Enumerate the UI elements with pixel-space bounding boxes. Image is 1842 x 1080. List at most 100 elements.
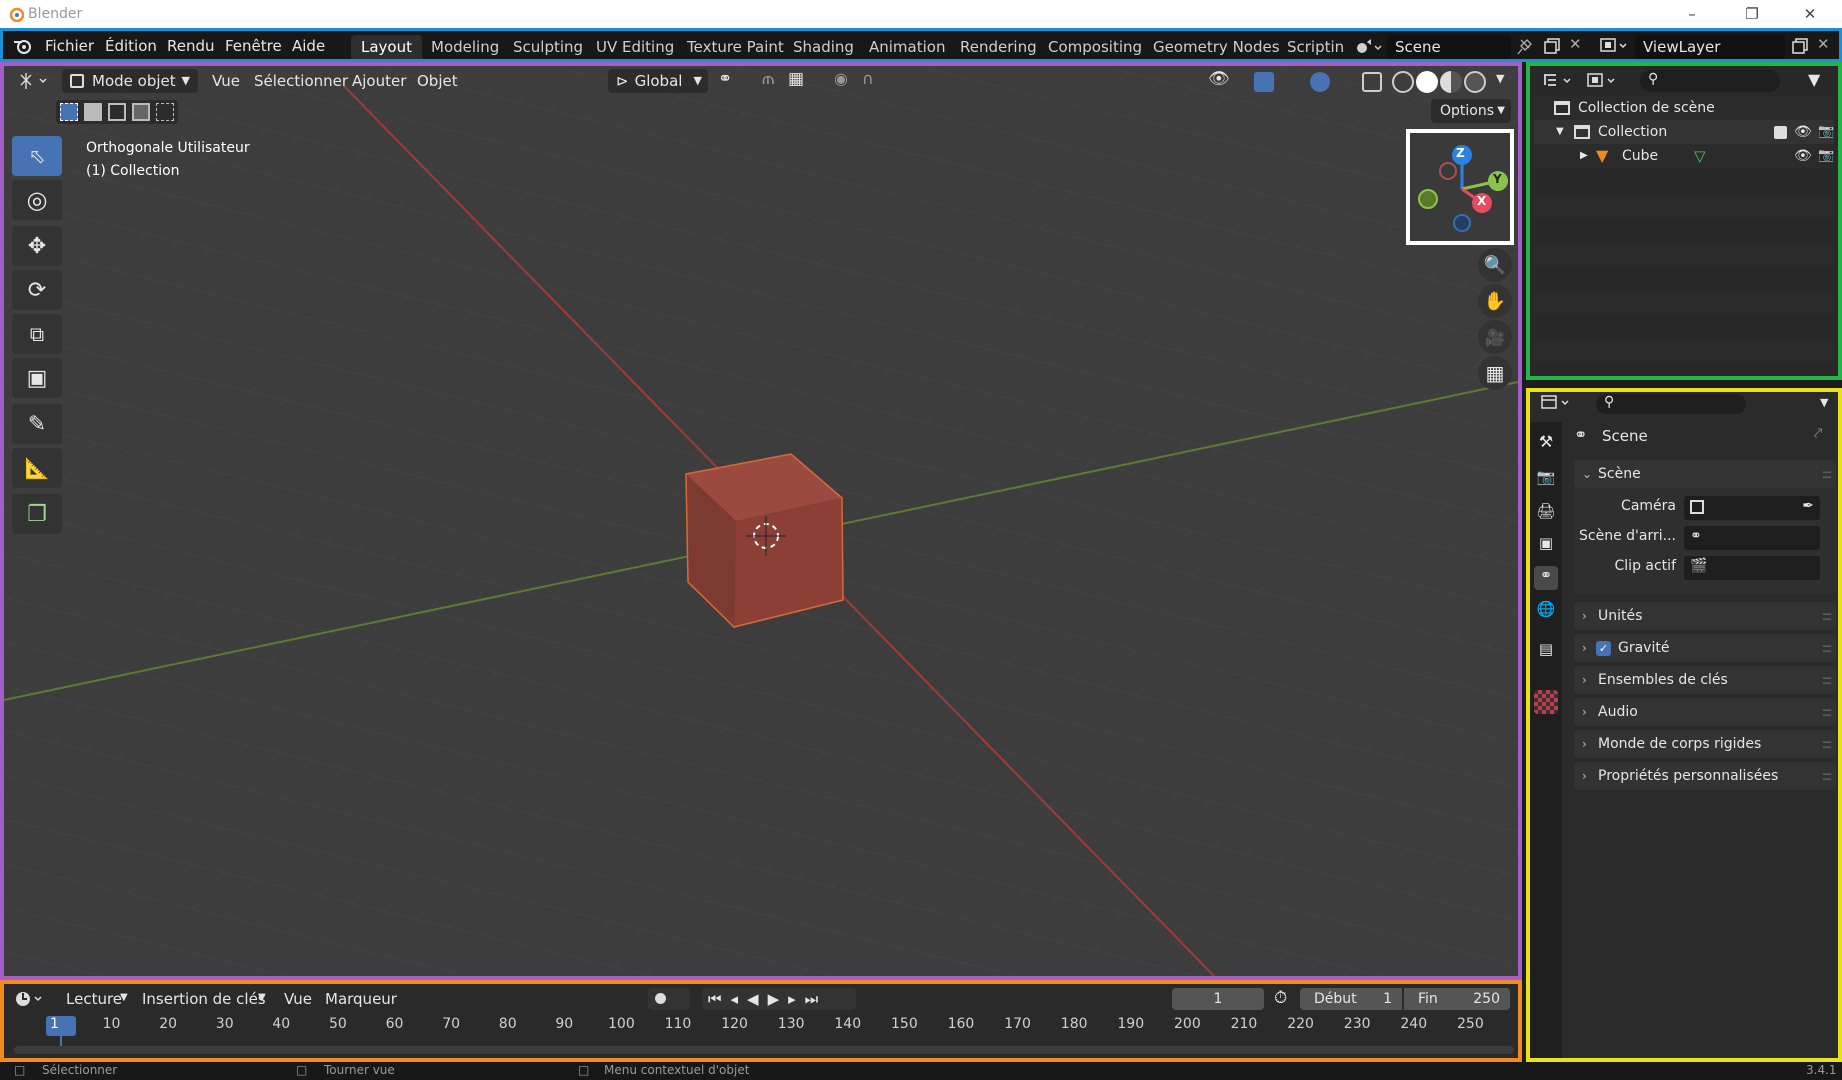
timeline-menu-view[interactable]: Vue <box>284 990 312 1008</box>
tab-geometry-nodes[interactable]: Geometry Nodes <box>1143 35 1290 59</box>
menu-window[interactable]: Fenêtre <box>225 37 282 55</box>
panel-gravity[interactable]: › ✓ Gravité:::: <box>1574 634 1836 662</box>
jump-end-icon[interactable]: ⏭ <box>805 990 828 1008</box>
panel-keying-sets[interactable]: › Ensembles de clés:::: <box>1574 666 1836 694</box>
select-extend-icon[interactable] <box>84 103 102 121</box>
menu-object[interactable]: Objet <box>417 72 458 90</box>
xray-toggle-icon[interactable] <box>1362 72 1382 92</box>
tool-move[interactable]: ✥ <box>12 226 62 266</box>
panel-audio[interactable]: › Audio:::: <box>1574 698 1836 726</box>
tab-uv-editing[interactable]: UV Editing <box>586 35 684 59</box>
menu-add[interactable]: Ajouter <box>352 72 406 90</box>
play-icon[interactable]: ▶ <box>768 990 789 1008</box>
drag-grip-icon[interactable]: :::: <box>1822 698 1832 726</box>
wireframe-shading-icon[interactable] <box>1392 71 1414 93</box>
end-frame-field[interactable]: Fin 250 <box>1404 988 1510 1010</box>
auto-keying-button[interactable] <box>648 988 690 1010</box>
mesh-data-icon[interactable]: ▽ <box>1694 144 1706 168</box>
active-clip-field[interactable]: 🎬 <box>1684 556 1820 580</box>
snap-icon[interactable]: ⫙ <box>762 69 774 89</box>
shading-options-icon[interactable]: ▼ <box>1496 72 1504 85</box>
timeline-menu-playback[interactable]: Lecture <box>66 990 122 1008</box>
tab-modeling[interactable]: Modeling <box>421 35 509 59</box>
camera-view-button[interactable]: 🎥 <box>1478 320 1512 354</box>
play-reverse-icon[interactable]: ◀ <box>747 990 768 1008</box>
timeline-menu-keying[interactable]: Insertion de clés <box>142 990 266 1008</box>
tab-compositing[interactable]: Compositing <box>1038 35 1152 59</box>
tab-scripting[interactable]: Scripting <box>1277 35 1343 59</box>
pin-icon[interactable] <box>1517 38 1533 56</box>
tool-measure[interactable]: 📐 <box>12 448 62 488</box>
maximize-button[interactable]: ❐ <box>1730 2 1774 26</box>
pan-button[interactable]: ✋ <box>1478 284 1512 318</box>
menu-help[interactable]: Aide <box>292 37 325 55</box>
new-scene-icon[interactable] <box>1543 37 1561 55</box>
exclude-checkbox[interactable] <box>1774 126 1787 139</box>
panel-scene-header[interactable]: ⌄ Scène:::: <box>1574 460 1836 488</box>
eye-icon[interactable]: 👁 <box>1794 144 1812 168</box>
world-tab-icon[interactable]: 🌐 <box>1534 600 1558 624</box>
current-frame-field[interactable]: 1 <box>1172 988 1264 1010</box>
timeline-scrollbar[interactable] <box>14 1046 1514 1054</box>
tab-rendering[interactable]: Rendering <box>950 35 1047 59</box>
properties-editor-type-icon[interactable] <box>1540 394 1574 412</box>
panel-units[interactable]: › Unités:::: <box>1574 602 1836 630</box>
output-tab-icon[interactable]: 🖨 <box>1534 502 1558 526</box>
view-layer-tab-icon[interactable]: ▣ <box>1534 534 1558 558</box>
blender-menu-icon[interactable] <box>13 37 33 55</box>
collection-tab-icon[interactable]: ▤ <box>1534 640 1558 664</box>
stopwatch-icon[interactable]: ⏱ <box>1274 988 1287 1008</box>
close-window-button[interactable]: ✕ <box>1788 2 1832 26</box>
viewport-3d[interactable]: Mode objet ▼ Vue Sélectionner Ajouter Obj… <box>0 62 1522 980</box>
drag-grip-icon[interactable]: :::: <box>1822 602 1832 630</box>
mode-dropdown[interactable]: Mode objet ▼ <box>62 69 198 93</box>
transform-orientation-dropdown[interactable]: ⊳ Global ▼ <box>608 69 708 93</box>
eyedropper-icon[interactable]: ✒ <box>1802 498 1814 514</box>
menu-view[interactable]: Vue <box>212 72 240 90</box>
tool-scale[interactable]: ⧉ <box>12 314 62 354</box>
proportional-edit-icon[interactable]: ◉ <box>834 69 848 88</box>
zoom-button[interactable]: 🔍 <box>1478 248 1512 282</box>
select-subtract-icon[interactable] <box>108 103 126 121</box>
tab-layout[interactable]: Layout <box>351 35 422 59</box>
gizmo-toggle-icon[interactable] <box>1254 72 1274 92</box>
menu-file[interactable]: Fichier <box>45 37 94 55</box>
outliner-row-collection[interactable]: ▼ Collection 👁 📷 <box>1534 120 1834 144</box>
material-shading-icon[interactable] <box>1440 71 1462 93</box>
drag-grip-icon[interactable]: :::: <box>1822 762 1832 790</box>
texture-tab-icon[interactable] <box>1534 690 1558 714</box>
background-scene-field[interactable]: ⚭ <box>1684 526 1820 550</box>
render-camera-icon[interactable]: 📷 <box>1818 120 1834 144</box>
minimize-button[interactable]: – <box>1670 2 1714 26</box>
falloff-icon[interactable]: ∩ <box>862 69 874 88</box>
panel-custom-properties[interactable]: › Propriétés personnalisées:::: <box>1574 762 1836 790</box>
tool-transform[interactable]: ▣ <box>12 358 62 398</box>
drag-grip-icon[interactable]: :::: <box>1822 666 1832 694</box>
tab-animation[interactable]: Animation <box>859 35 955 59</box>
select-intersect-icon[interactable] <box>156 103 174 121</box>
panel-rigid-body-world[interactable]: › Monde de corps rigides:::: <box>1574 730 1836 758</box>
editor-type-icon[interactable] <box>18 72 52 90</box>
menu-edit[interactable]: Édition <box>105 37 157 55</box>
tab-shading[interactable]: Shading <box>783 35 864 59</box>
display-mode-icon[interactable] <box>1586 72 1620 90</box>
scene-name-field[interactable]: Scene <box>1387 35 1511 59</box>
scene-tab-icon[interactable]: ⚭ <box>1534 566 1558 590</box>
tool-select-box[interactable]: ⬁ <box>12 136 62 176</box>
drag-grip-icon[interactable]: :::: <box>1822 730 1832 758</box>
eye-icon[interactable]: 👁 <box>1794 120 1812 144</box>
render-camera-icon[interactable]: 📷 <box>1818 144 1834 168</box>
expand-arrow-icon[interactable]: ▼ <box>1556 120 1564 144</box>
menu-select[interactable]: Sélectionner <box>254 72 348 90</box>
timeline-menu-marker[interactable]: Marqueur <box>325 990 397 1008</box>
camera-field[interactable]: ✒ <box>1684 496 1820 520</box>
view-layer-field[interactable]: ViewLayer <box>1635 35 1785 59</box>
tab-sculpting[interactable]: Sculpting <box>503 35 593 59</box>
select-new-icon[interactable] <box>60 103 78 121</box>
properties-options-icon[interactable]: ▼ <box>1820 396 1828 409</box>
view-layer-icon[interactable] <box>1599 37 1629 55</box>
visibility-icon[interactable]: 👁 <box>1208 69 1230 89</box>
gravity-checkbox[interactable]: ✓ <box>1596 641 1611 656</box>
outliner-search-input[interactable]: ⚲ <box>1640 70 1780 92</box>
menu-render[interactable]: Rendu <box>167 37 215 55</box>
